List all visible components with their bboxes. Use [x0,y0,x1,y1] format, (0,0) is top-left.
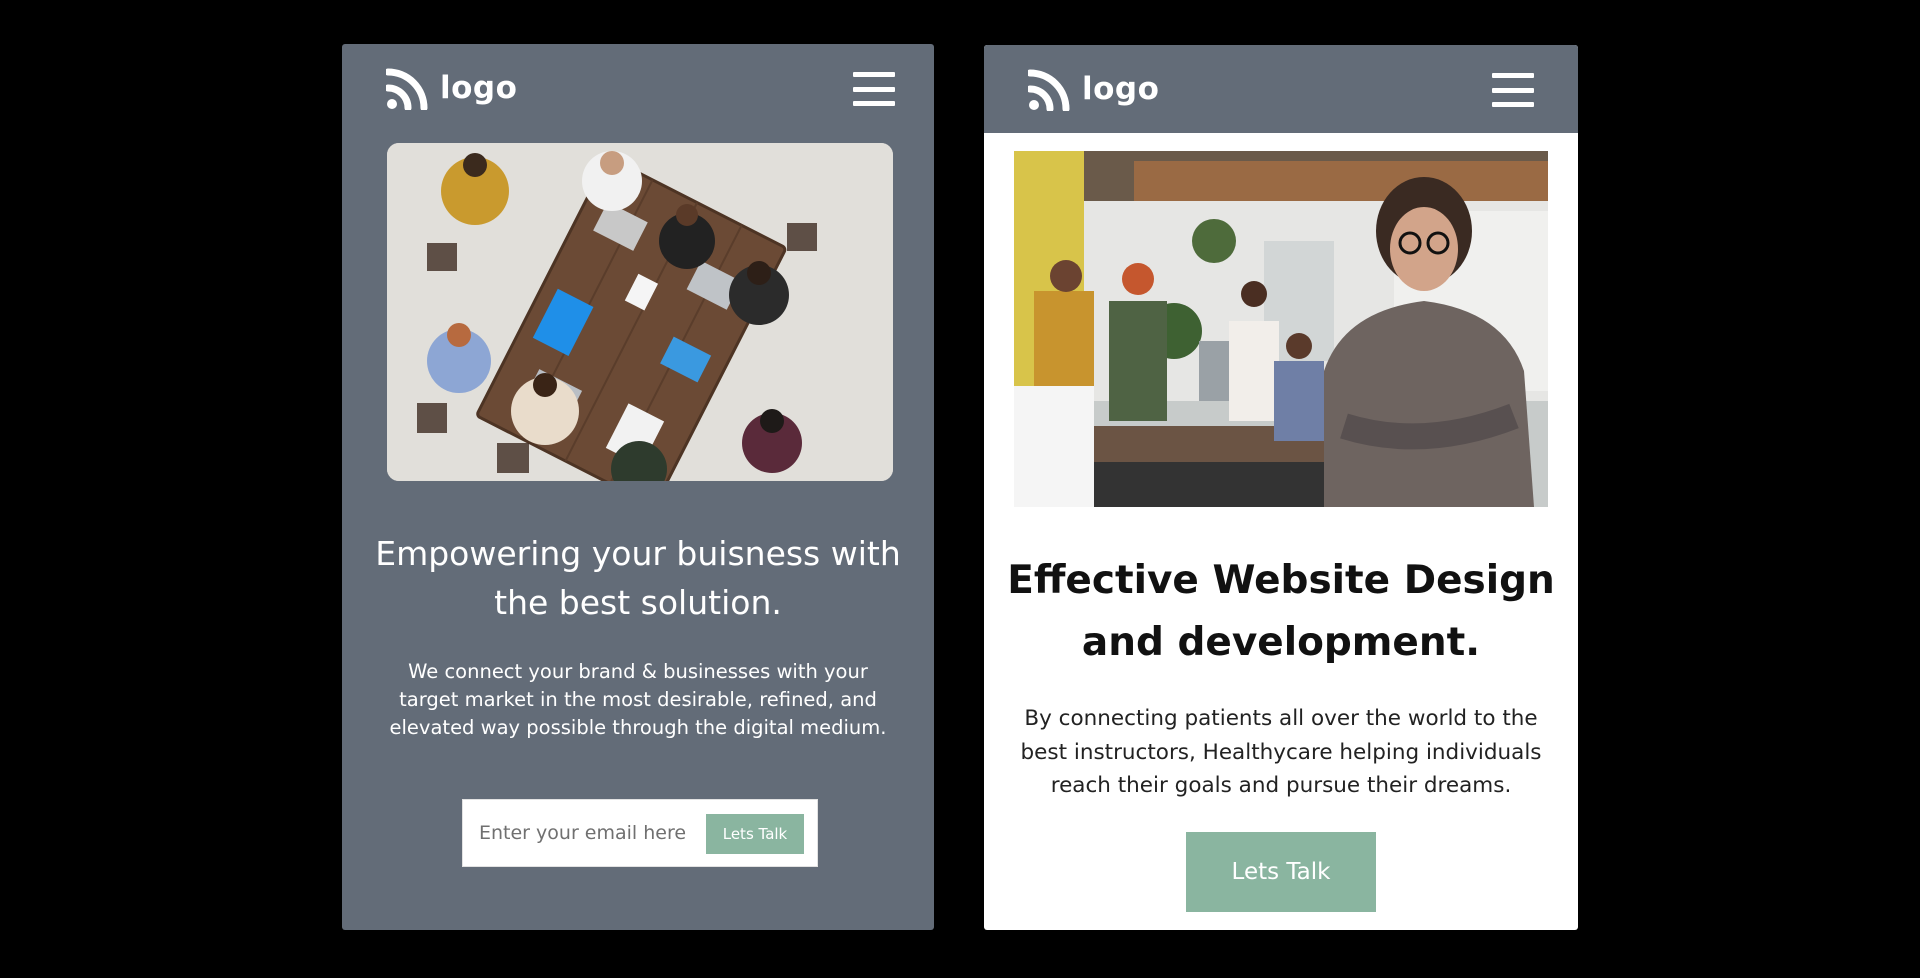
team-meeting-photo [387,143,893,481]
email-input[interactable] [479,822,701,844]
logo-text: logo [440,70,518,106]
lets-talk-button[interactable]: Lets Talk [1186,832,1376,912]
rss-signal-icon [1028,69,1070,111]
rss-signal-icon [386,68,428,110]
hero-card-slate: logo Empowering your buisness with the b… [342,44,934,930]
email-signup-form: Lets Talk [462,799,818,867]
hamburger-menu-icon[interactable] [1492,73,1534,107]
hero-card-white: logo Effective Website Design and develo… [984,45,1578,930]
hero-headline: Empowering your buisness with the best s… [375,534,901,622]
lets-talk-button[interactable]: Lets Talk [706,814,804,854]
hero-description: We connect your brand & businesses with … [389,660,887,739]
brand-logo[interactable]: logo [1028,67,1159,111]
card-header: logo [984,45,1578,133]
hero-headline: Effective Website Design and development… [1007,558,1555,665]
hero-description: By connecting patients all over the worl… [1020,706,1542,798]
card-header: logo [342,44,934,132]
page-stage: logo Empowering your buisness with the b… [0,0,1920,978]
logo-text: logo [1082,71,1160,107]
brand-logo[interactable]: logo [386,66,517,110]
woman-office-photo [1014,151,1548,507]
hamburger-menu-icon[interactable] [853,72,895,106]
